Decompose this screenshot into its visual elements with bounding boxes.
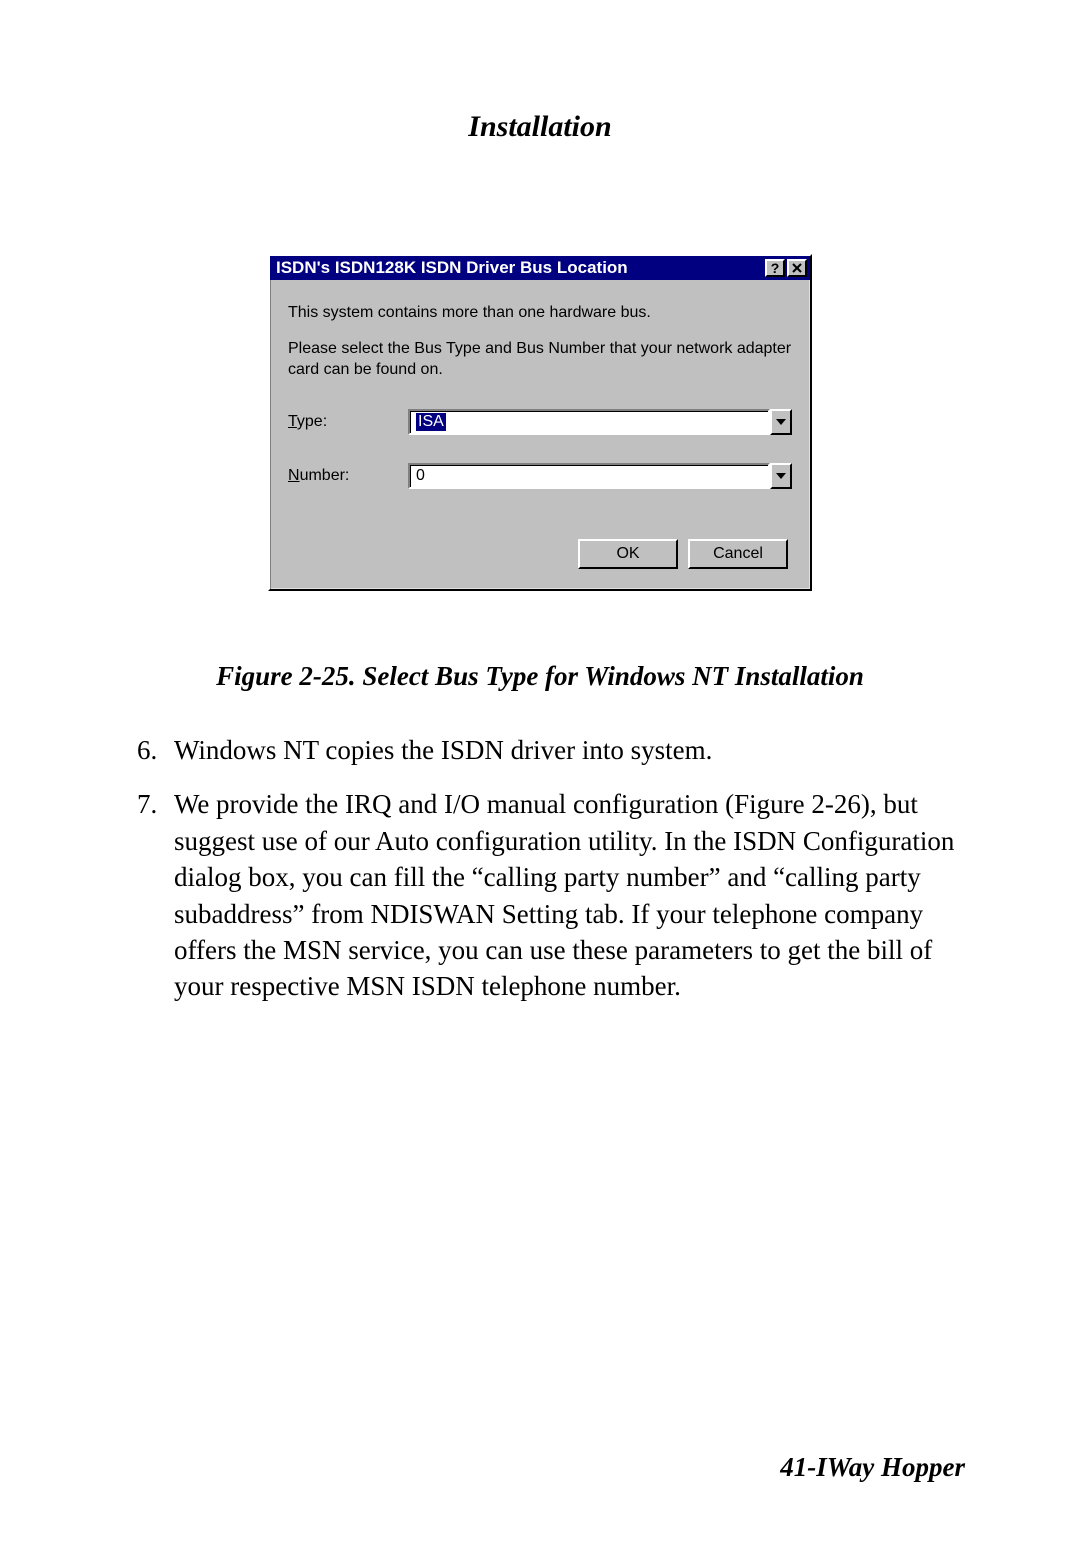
number-dropdown-button[interactable] [770, 463, 792, 489]
page-footer-label: 41-IWay Hopper [780, 1452, 965, 1483]
type-value: ISA [408, 409, 770, 435]
bus-location-dialog: ISDN's ISDN128K ISDN Driver Bus Location… [268, 254, 812, 591]
dialog-titlebar[interactable]: ISDN's ISDN128K ISDN Driver Bus Location… [270, 256, 810, 280]
dialog-message-2: Please select the Bus Type and Bus Numbe… [288, 338, 792, 381]
number-value-text: 0 [416, 467, 425, 485]
type-label-rest: ype: [297, 413, 327, 430]
dialog-title: ISDN's ISDN128K ISDN Driver Bus Location [276, 258, 761, 278]
number-label: Number: [288, 467, 408, 485]
type-label: Type: [288, 413, 408, 431]
dialog-message-1: This system contains more than one hardw… [288, 302, 792, 324]
list-item: We provide the IRQ and I/O manual config… [164, 786, 980, 1005]
type-value-text: ISA [416, 413, 446, 431]
list-item: Windows NT copies the ISDN driver into s… [164, 732, 980, 768]
number-combobox[interactable]: 0 [408, 463, 792, 489]
number-row: Number: 0 [288, 463, 792, 489]
type-label-accel: T [288, 413, 297, 430]
chevron-down-icon [776, 473, 786, 479]
help-icon: ? [771, 261, 780, 275]
close-button[interactable] [787, 259, 807, 277]
ok-button-label: OK [616, 545, 639, 563]
type-dropdown-button[interactable] [770, 409, 792, 435]
close-icon [792, 261, 802, 275]
ok-button[interactable]: OK [578, 539, 678, 569]
chevron-down-icon [776, 419, 786, 425]
step-list: Windows NT copies the ISDN driver into s… [100, 732, 980, 1023]
document-page: Installation ISDN's ISDN128K ISDN Driver… [0, 0, 1080, 1553]
dialog-wrapper: ISDN's ISDN128K ISDN Driver Bus Location… [100, 254, 980, 591]
figure-caption: Figure 2-25. Select Bus Type for Windows… [100, 661, 980, 692]
cancel-button-label: Cancel [713, 545, 763, 563]
titlebar-buttons: ? [765, 259, 807, 277]
help-button[interactable]: ? [765, 259, 785, 277]
type-combobox[interactable]: ISA [408, 409, 792, 435]
number-label-accel: N [288, 467, 300, 484]
number-label-rest: umber: [300, 467, 350, 484]
dialog-body: This system contains more than one hardw… [270, 280, 810, 589]
type-row: Type: ISA [288, 409, 792, 435]
cancel-button[interactable]: Cancel [688, 539, 788, 569]
dialog-actions: OK Cancel [288, 539, 792, 569]
number-value: 0 [408, 463, 770, 489]
page-title: Installation [100, 110, 980, 144]
